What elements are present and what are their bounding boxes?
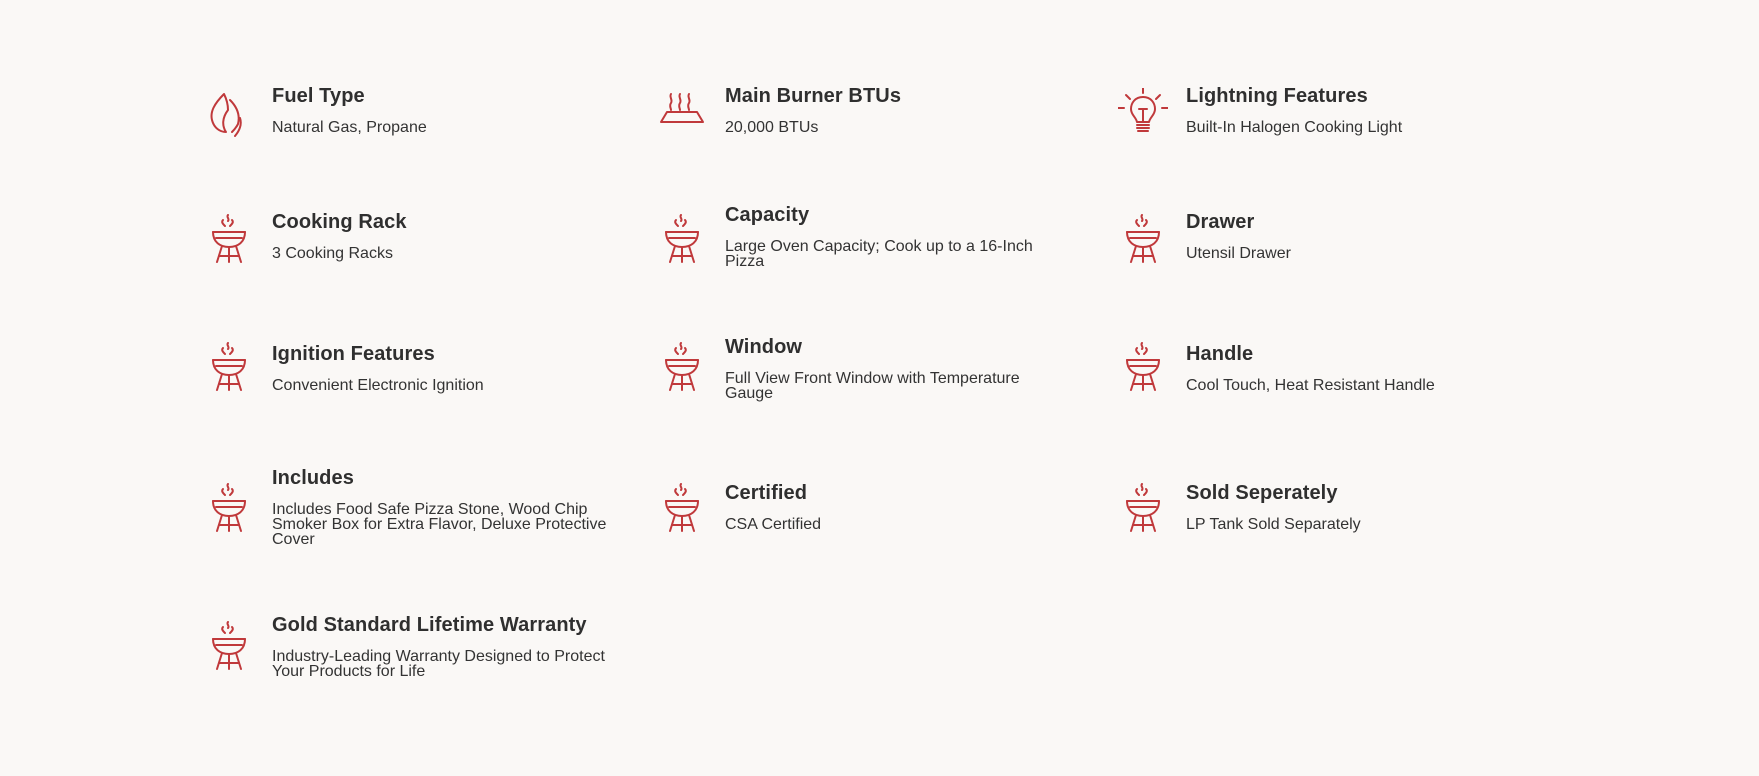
spec-text: Fuel Type Natural Gas, Propane [272, 84, 612, 136]
spec-value: 3 Cooking Racks [272, 245, 393, 262]
spec-title: Capacity [725, 204, 810, 226]
spec-value: Built-In Halogen Cooking Light [1186, 119, 1403, 136]
spec-title: Ignition Features [272, 343, 435, 365]
spec-text: Main Burner BTUs 20,000 BTUs [725, 84, 1065, 136]
spec-value: Large Oven Capacity; Cook up to a 16-Inc… [725, 238, 1033, 270]
grill-icon [204, 214, 254, 264]
spec-text: Certified CSA Certified [725, 481, 1065, 533]
spec-title: Certified [725, 482, 808, 504]
spec-title: Handle [1186, 343, 1254, 365]
spec-value: CSA Certified [725, 516, 822, 533]
spec-value: Utensil Drawer [1186, 245, 1291, 262]
spec-title: Lightning Features [1186, 85, 1368, 107]
grill-icon [1118, 342, 1168, 392]
spec-value: Natural Gas, Propane [272, 119, 427, 136]
spec-text: Cooking Rack 3 Cooking Racks [272, 210, 612, 262]
grill-icon [1118, 483, 1168, 533]
spec-title: Sold Seperately [1186, 482, 1338, 504]
spec-text: Sold Seperately LP Tank Sold Separately [1186, 481, 1526, 533]
grill-icon [204, 342, 254, 392]
spec-value: Full View Front Window with Temperature … [725, 370, 1020, 402]
spec-value: Cool Touch, Heat Resistant Handle [1186, 377, 1435, 394]
spec-text: Capacity Large Oven Capacity; Cook up to… [725, 203, 1065, 270]
spec-text: Drawer Utensil Drawer [1186, 210, 1526, 262]
grill-icon [657, 214, 707, 264]
spec-title: Drawer [1186, 211, 1255, 233]
spec-text: Lightning Features Built-In Halogen Cook… [1186, 84, 1526, 136]
grill-icon [657, 342, 707, 392]
spec-text: Includes Includes Food Safe Pizza Stone,… [272, 466, 612, 548]
spec-value: LP Tank Sold Separately [1186, 516, 1361, 533]
spec-title: Cooking Rack [272, 211, 407, 233]
spec-title: Window [725, 336, 803, 358]
spec-value: Convenient Electronic Ignition [272, 377, 484, 394]
grill-icon [204, 621, 254, 671]
grill-icon [657, 483, 707, 533]
flame-icon [204, 88, 254, 138]
spec-text: Ignition Features Convenient Electronic … [272, 342, 612, 394]
spec-text: Handle Cool Touch, Heat Resistant Handle [1186, 342, 1526, 394]
grill-icon [204, 483, 254, 533]
burner-heat-icon [657, 88, 707, 138]
spec-title: Main Burner BTUs [725, 85, 902, 107]
spec-title: Includes [272, 467, 354, 489]
spec-value: 20,000 BTUs [725, 119, 819, 136]
spec-value: Includes Food Safe Pizza Stone, Wood Chi… [272, 501, 607, 548]
grill-icon [1118, 214, 1168, 264]
spec-value: Industry-Leading Warranty Designed to Pr… [272, 648, 605, 680]
spec-title: Gold Standard Lifetime Warranty [272, 614, 587, 636]
spec-text: Window Full View Front Window with Tempe… [725, 335, 1065, 402]
spec-text: Gold Standard Lifetime Warranty Industry… [272, 613, 612, 680]
light-bulb-icon [1118, 88, 1168, 138]
spec-title: Fuel Type [272, 85, 365, 107]
